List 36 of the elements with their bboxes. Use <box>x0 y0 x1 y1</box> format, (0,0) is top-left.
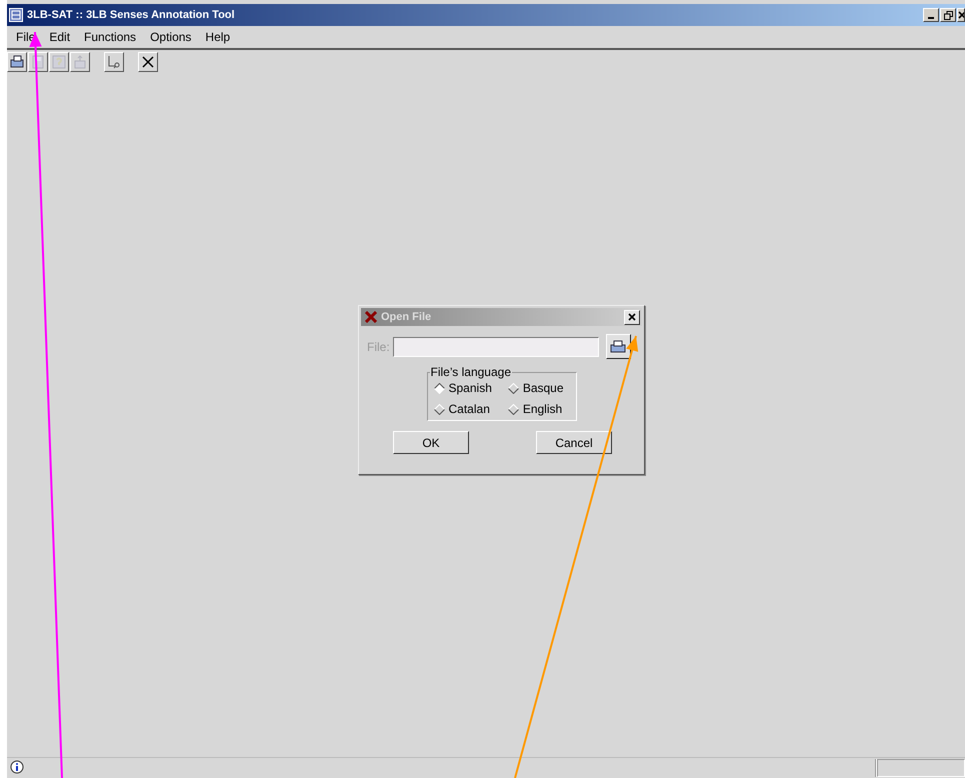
info-icon <box>9 760 25 776</box>
lookup-button[interactable] <box>104 52 124 72</box>
minimize-button[interactable] <box>923 8 939 22</box>
file-input-field[interactable] <box>392 336 599 356</box>
group-title: File’s language <box>430 365 512 379</box>
open-button[interactable] <box>7 52 27 72</box>
close-icon <box>958 11 964 19</box>
language-radio[interactable]: Catalan <box>434 402 498 416</box>
lookup-icon <box>106 54 122 70</box>
close-button[interactable] <box>957 8 965 22</box>
printer-icon <box>610 340 626 354</box>
file-label: File: <box>367 340 390 354</box>
upload-icon <box>72 54 88 70</box>
app-icon <box>9 8 23 22</box>
printer-icon <box>9 54 25 70</box>
language-radio[interactable]: English <box>508 402 570 416</box>
menu-item[interactable]: Functions <box>77 30 144 44</box>
restore-icon <box>944 10 952 20</box>
ok-button[interactable]: OK <box>393 431 469 454</box>
x-logo-icon <box>365 311 377 323</box>
menu-item[interactable]: Help <box>198 30 238 44</box>
close-button[interactable] <box>138 52 158 72</box>
close-button[interactable] <box>624 310 640 324</box>
cancel-button[interactable]: Cancel <box>536 431 612 454</box>
browse-button[interactable] <box>606 334 631 359</box>
restore-button[interactable] <box>940 8 956 22</box>
close-icon <box>628 313 636 321</box>
help-icon <box>51 54 67 70</box>
window-title: 3LB-SAT :: 3LB Senses Annotation Tool <box>27 9 235 21</box>
menu-item[interactable]: Options <box>143 30 198 44</box>
menu-item[interactable]: Edit <box>42 30 78 44</box>
save-icon <box>30 54 46 70</box>
language-radio[interactable]: Basque <box>508 381 570 395</box>
dialog-title: Open File <box>381 311 432 323</box>
close-icon <box>140 54 156 70</box>
language-radio[interactable]: Spanish <box>434 381 498 395</box>
